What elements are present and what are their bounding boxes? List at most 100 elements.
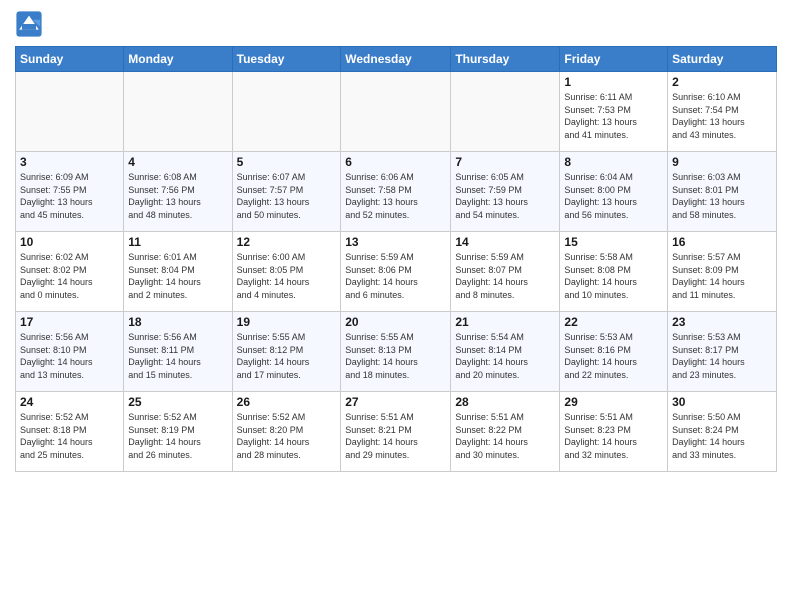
calendar-day-cell: 19 Sunrise: 5:55 AM Sunset: 8:12 PM Dayli…: [232, 312, 341, 392]
day-number: 28: [455, 395, 555, 409]
calendar-day-cell: 18 Sunrise: 5:56 AM Sunset: 8:11 PM Dayli…: [124, 312, 232, 392]
calendar-day-cell: 15 Sunrise: 5:58 AM Sunset: 8:08 PM Dayli…: [560, 232, 668, 312]
calendar-day-cell: [341, 72, 451, 152]
day-info: Sunrise: 5:53 AM Sunset: 8:16 PM Dayligh…: [564, 331, 663, 381]
day-info: Sunrise: 5:51 AM Sunset: 8:22 PM Dayligh…: [455, 411, 555, 461]
day-info: Sunrise: 6:01 AM Sunset: 8:04 PM Dayligh…: [128, 251, 227, 301]
header-row: SundayMondayTuesdayWednesdayThursdayFrid…: [16, 47, 777, 72]
calendar-day-cell: 12 Sunrise: 6:00 AM Sunset: 8:05 PM Dayli…: [232, 232, 341, 312]
day-number: 14: [455, 235, 555, 249]
weekday-header: Sunday: [16, 47, 124, 72]
calendar-day-cell: 6 Sunrise: 6:06 AM Sunset: 7:58 PM Daylig…: [341, 152, 451, 232]
day-number: 29: [564, 395, 663, 409]
day-number: 5: [237, 155, 337, 169]
day-info: Sunrise: 6:03 AM Sunset: 8:01 PM Dayligh…: [672, 171, 772, 221]
day-info: Sunrise: 6:06 AM Sunset: 7:58 PM Dayligh…: [345, 171, 446, 221]
day-info: Sunrise: 5:56 AM Sunset: 8:11 PM Dayligh…: [128, 331, 227, 381]
calendar-day-cell: [451, 72, 560, 152]
calendar-day-cell: 4 Sunrise: 6:08 AM Sunset: 7:56 PM Daylig…: [124, 152, 232, 232]
day-number: 24: [20, 395, 119, 409]
calendar-week-row: 1 Sunrise: 6:11 AM Sunset: 7:53 PM Daylig…: [16, 72, 777, 152]
day-info: Sunrise: 6:04 AM Sunset: 8:00 PM Dayligh…: [564, 171, 663, 221]
day-number: 20: [345, 315, 446, 329]
day-info: Sunrise: 5:51 AM Sunset: 8:23 PM Dayligh…: [564, 411, 663, 461]
calendar-week-row: 17 Sunrise: 5:56 AM Sunset: 8:10 PM Dayli…: [16, 312, 777, 392]
day-info: Sunrise: 5:51 AM Sunset: 8:21 PM Dayligh…: [345, 411, 446, 461]
calendar-table: SundayMondayTuesdayWednesdayThursdayFrid…: [15, 46, 777, 472]
day-info: Sunrise: 6:08 AM Sunset: 7:56 PM Dayligh…: [128, 171, 227, 221]
calendar-day-cell: 8Sunrise: 6:04 AM Sunset: 8:00 PM Daylig…: [560, 152, 668, 232]
day-number: 17: [20, 315, 119, 329]
day-number: 23: [672, 315, 772, 329]
calendar-day-cell: 29 Sunrise: 5:51 AM Sunset: 8:23 PM Dayli…: [560, 392, 668, 472]
day-number: 2: [672, 75, 772, 89]
day-info: Sunrise: 5:52 AM Sunset: 8:18 PM Dayligh…: [20, 411, 119, 461]
calendar-day-cell: [124, 72, 232, 152]
day-number: 16: [672, 235, 772, 249]
day-number: 3: [20, 155, 119, 169]
calendar-day-cell: 7 Sunrise: 6:05 AM Sunset: 7:59 PM Daylig…: [451, 152, 560, 232]
day-number: 10: [20, 235, 119, 249]
day-number: 11: [128, 235, 227, 249]
calendar-day-cell: 5Sunrise: 6:07 AM Sunset: 7:57 PM Daylig…: [232, 152, 341, 232]
calendar-day-cell: 13 Sunrise: 5:59 AM Sunset: 8:06 PM Dayli…: [341, 232, 451, 312]
calendar-day-cell: 16 Sunrise: 5:57 AM Sunset: 8:09 PM Dayli…: [668, 232, 777, 312]
calendar-week-row: 10 Sunrise: 6:02 AM Sunset: 8:02 PM Dayli…: [16, 232, 777, 312]
calendar-day-cell: 23 Sunrise: 5:53 AM Sunset: 8:17 PM Dayli…: [668, 312, 777, 392]
day-info: Sunrise: 5:57 AM Sunset: 8:09 PM Dayligh…: [672, 251, 772, 301]
calendar-day-cell: 9 Sunrise: 6:03 AM Sunset: 8:01 PM Daylig…: [668, 152, 777, 232]
header: [15, 10, 777, 38]
day-info: Sunrise: 5:59 AM Sunset: 8:06 PM Dayligh…: [345, 251, 446, 301]
day-number: 19: [237, 315, 337, 329]
calendar-day-cell: 20 Sunrise: 5:55 AM Sunset: 8:13 PM Dayli…: [341, 312, 451, 392]
day-number: 1: [564, 75, 663, 89]
day-number: 9: [672, 155, 772, 169]
calendar-body: 1 Sunrise: 6:11 AM Sunset: 7:53 PM Daylig…: [16, 72, 777, 472]
day-number: 7: [455, 155, 555, 169]
page: SundayMondayTuesdayWednesdayThursdayFrid…: [0, 0, 792, 612]
day-info: Sunrise: 6:05 AM Sunset: 7:59 PM Dayligh…: [455, 171, 555, 221]
day-info: Sunrise: 6:00 AM Sunset: 8:05 PM Dayligh…: [237, 251, 337, 301]
day-info: Sunrise: 5:58 AM Sunset: 8:08 PM Dayligh…: [564, 251, 663, 301]
day-number: 12: [237, 235, 337, 249]
day-number: 13: [345, 235, 446, 249]
day-number: 4: [128, 155, 227, 169]
calendar-day-cell: 27 Sunrise: 5:51 AM Sunset: 8:21 PM Dayli…: [341, 392, 451, 472]
day-number: 27: [345, 395, 446, 409]
day-info: Sunrise: 5:53 AM Sunset: 8:17 PM Dayligh…: [672, 331, 772, 381]
weekday-header: Saturday: [668, 47, 777, 72]
weekday-header: Monday: [124, 47, 232, 72]
calendar-day-cell: 21Sunrise: 5:54 AM Sunset: 8:14 PM Dayli…: [451, 312, 560, 392]
calendar-day-cell: [232, 72, 341, 152]
day-info: Sunrise: 5:52 AM Sunset: 8:19 PM Dayligh…: [128, 411, 227, 461]
day-info: Sunrise: 5:52 AM Sunset: 8:20 PM Dayligh…: [237, 411, 337, 461]
weekday-header: Friday: [560, 47, 668, 72]
logo-icon: [15, 10, 43, 38]
calendar-week-row: 24 Sunrise: 5:52 AM Sunset: 8:18 PM Dayli…: [16, 392, 777, 472]
calendar-day-cell: 25 Sunrise: 5:52 AM Sunset: 8:19 PM Dayli…: [124, 392, 232, 472]
calendar-day-cell: 26 Sunrise: 5:52 AM Sunset: 8:20 PM Dayli…: [232, 392, 341, 472]
day-number: 15: [564, 235, 663, 249]
calendar-day-cell: 10 Sunrise: 6:02 AM Sunset: 8:02 PM Dayli…: [16, 232, 124, 312]
calendar-day-cell: 28 Sunrise: 5:51 AM Sunset: 8:22 PM Dayli…: [451, 392, 560, 472]
day-info: Sunrise: 6:02 AM Sunset: 8:02 PM Dayligh…: [20, 251, 119, 301]
day-info: Sunrise: 5:55 AM Sunset: 8:12 PM Dayligh…: [237, 331, 337, 381]
day-info: Sunrise: 5:56 AM Sunset: 8:10 PM Dayligh…: [20, 331, 119, 381]
day-info: Sunrise: 6:11 AM Sunset: 7:53 PM Dayligh…: [564, 91, 663, 141]
weekday-header: Tuesday: [232, 47, 341, 72]
calendar-day-cell: 24 Sunrise: 5:52 AM Sunset: 8:18 PM Dayli…: [16, 392, 124, 472]
calendar-day-cell: 14Sunrise: 5:59 AM Sunset: 8:07 PM Dayli…: [451, 232, 560, 312]
day-number: 30: [672, 395, 772, 409]
day-number: 6: [345, 155, 446, 169]
day-number: 18: [128, 315, 227, 329]
calendar-day-cell: [16, 72, 124, 152]
calendar-day-cell: 11 Sunrise: 6:01 AM Sunset: 8:04 PM Dayli…: [124, 232, 232, 312]
calendar-day-cell: 3Sunrise: 6:09 AM Sunset: 7:55 PM Daylig…: [16, 152, 124, 232]
day-number: 25: [128, 395, 227, 409]
day-info: Sunrise: 5:55 AM Sunset: 8:13 PM Dayligh…: [345, 331, 446, 381]
day-number: 22: [564, 315, 663, 329]
calendar-day-cell: 17 Sunrise: 5:56 AM Sunset: 8:10 PM Dayli…: [16, 312, 124, 392]
calendar-header: SundayMondayTuesdayWednesdayThursdayFrid…: [16, 47, 777, 72]
day-number: 26: [237, 395, 337, 409]
calendar-day-cell: 22 Sunrise: 5:53 AM Sunset: 8:16 PM Dayli…: [560, 312, 668, 392]
